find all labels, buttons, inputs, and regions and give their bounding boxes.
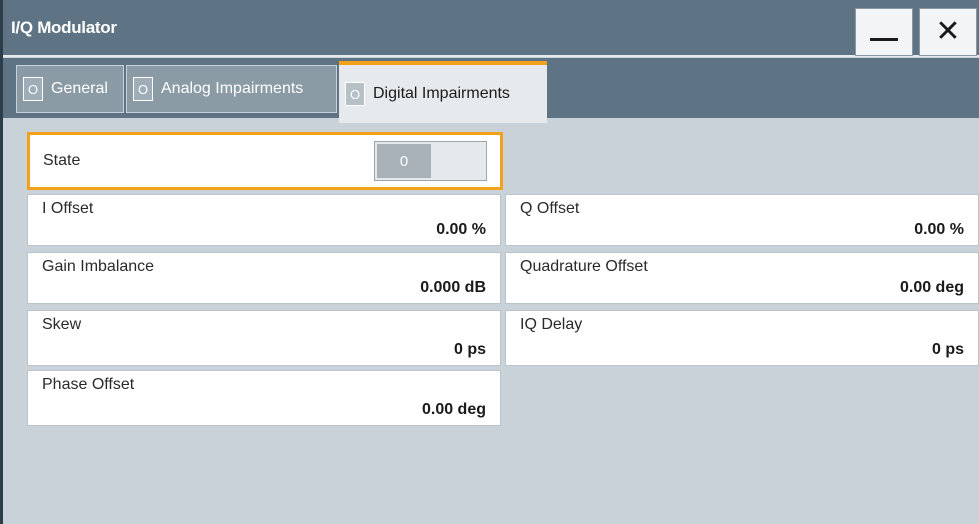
- tab-general[interactable]: O General: [16, 65, 124, 113]
- minimize-icon: [870, 37, 898, 41]
- gain-imbalance-field[interactable]: Gain Imbalance 0.000 dB: [27, 252, 501, 304]
- tab-radio-indicator: O: [345, 82, 365, 106]
- i-offset-field[interactable]: I Offset 0.00 %: [27, 194, 501, 246]
- title-bar: I/Q Modulator ✕: [3, 0, 979, 57]
- tab-radio-indicator: O: [23, 77, 43, 101]
- state-label: State: [43, 152, 81, 169]
- field-value: 0 ps: [453, 341, 486, 358]
- tab-label: Analog Impairments: [161, 80, 304, 97]
- quadrature-offset-field[interactable]: Quadrature Offset 0.00 deg: [505, 252, 979, 304]
- tab-digital-impairments[interactable]: O Digital Impairments: [339, 61, 547, 123]
- field-label: Gain Imbalance: [42, 258, 155, 275]
- close-icon: ✕: [935, 15, 961, 48]
- tab-strip: O General O Analog Impairments O Digital…: [3, 58, 979, 123]
- tab-label: General: [51, 80, 108, 97]
- q-offset-field[interactable]: Q Offset 0.00 %: [505, 194, 979, 246]
- field-value: 0 ps: [931, 341, 964, 358]
- skew-field[interactable]: Skew 0 ps: [27, 310, 501, 366]
- phase-offset-field[interactable]: Phase Offset 0.00 deg: [27, 370, 501, 426]
- tab-label: Digital Impairments: [373, 85, 510, 102]
- iq-modulator-dialog: I/Q Modulator ✕ O General O Analog Impai…: [0, 0, 979, 524]
- field-value: 0.00 %: [436, 221, 486, 238]
- minimize-button[interactable]: [855, 8, 913, 56]
- toggle-knob: 0: [377, 144, 431, 178]
- iq-delay-field[interactable]: IQ Delay 0 ps: [505, 310, 979, 366]
- close-button[interactable]: ✕: [919, 8, 977, 56]
- field-value: 0.00 deg: [899, 279, 964, 296]
- field-value: 0.00 deg: [421, 401, 486, 418]
- field-label: Phase Offset: [42, 376, 135, 393]
- field-value: 0.000 dB: [420, 279, 486, 296]
- field-label: IQ Delay: [520, 316, 583, 333]
- tab-analog-impairments[interactable]: O Analog Impairments: [126, 65, 337, 113]
- tab-radio-indicator: O: [133, 77, 153, 101]
- field-value: 0.00 %: [914, 221, 964, 238]
- field-label: Quadrature Offset: [520, 258, 648, 275]
- state-row: State 0: [27, 132, 503, 190]
- field-label: Skew: [42, 316, 82, 333]
- window-title: I/Q Modulator: [11, 18, 117, 37]
- field-label: Q Offset: [520, 200, 580, 217]
- state-toggle[interactable]: 0: [374, 141, 487, 181]
- field-label: I Offset: [42, 200, 94, 217]
